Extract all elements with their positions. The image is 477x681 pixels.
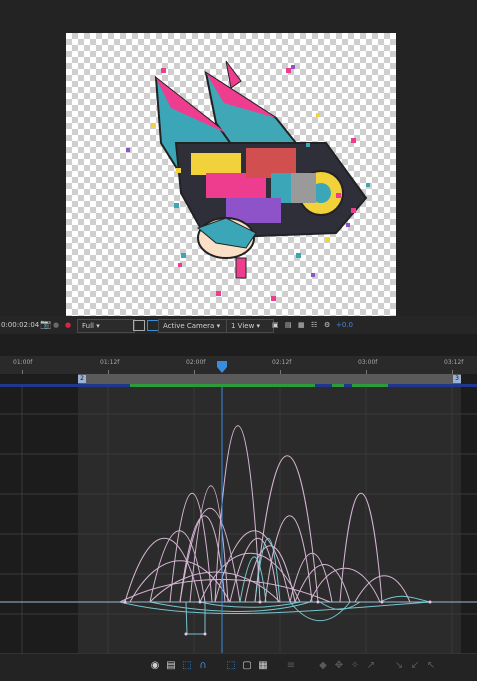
- work-area-start-marker[interactable]: 2: [78, 375, 86, 383]
- playhead-icon[interactable]: [217, 361, 227, 374]
- exposure-value[interactable]: +0.0: [336, 319, 353, 331]
- timeline-icon[interactable]: ▦: [298, 319, 305, 331]
- color-channels-icon[interactable]: ●: [65, 319, 71, 331]
- graph-editor-toolbar: ◉ ▤ ⬚ ∩ ⬚ ▢ ▦ ≡ ◆ ✥ ✧ ↗ ↘ ↙ ↖: [0, 653, 477, 681]
- ruler-label: 03:12f: [444, 359, 464, 366]
- linear-icon[interactable]: ◆: [316, 659, 330, 673]
- resolution-dropdown[interactable]: Full ▾: [77, 319, 135, 333]
- snapshot-icon[interactable]: 📷: [40, 319, 51, 331]
- character-artwork: [126, 60, 370, 301]
- ruler-label: 02:00f: [186, 359, 206, 366]
- composition-panel: [0, 0, 477, 316]
- view-layout-dropdown[interactable]: 1 View ▾: [226, 319, 274, 333]
- exposure-reset-icon[interactable]: ⚙: [324, 319, 330, 331]
- composition-canvas[interactable]: [66, 33, 396, 316]
- work-area-bar[interactable]: 2 3: [0, 374, 477, 384]
- ruler-label: 01:00f: [13, 359, 33, 366]
- timeline-panel-header: [0, 334, 477, 358]
- fit-selection-icon[interactable]: ⬚: [224, 659, 238, 673]
- edit-keyframe-icon[interactable]: ▦: [256, 659, 270, 673]
- snap-icon[interactable]: ∩: [196, 659, 210, 673]
- auto-bezier-icon[interactable]: ✥: [332, 659, 346, 673]
- pixel-aspect-icon[interactable]: ▣: [272, 319, 279, 331]
- ruler-label: 03:00f: [358, 359, 378, 366]
- transform-box-icon[interactable]: ⬚: [180, 659, 194, 673]
- time-ruler[interactable]: 01:00f 01:12f 02:00f 02:12f 03:00f 03:12…: [0, 356, 477, 375]
- viewer-control-bar: 0:00:02:04 📷 ● ● Full ▾ Active Camera ▾ …: [0, 316, 477, 335]
- work-area-range[interactable]: [78, 374, 461, 384]
- flowchart-icon[interactable]: ☷: [311, 319, 317, 331]
- region-of-interest-icon[interactable]: [133, 320, 145, 331]
- graph-editor[interactable]: [0, 387, 477, 653]
- fast-previews-icon[interactable]: ▤: [285, 319, 292, 331]
- ease-tool-icon[interactable]: ↙: [408, 659, 422, 673]
- ruler-label: 01:12f: [100, 359, 120, 366]
- camera-dropdown[interactable]: Active Camera ▾: [158, 319, 230, 333]
- easy-ease-icon[interactable]: ✧: [348, 659, 362, 673]
- resolution-label: Full: [82, 322, 94, 330]
- camera-label: Active Camera: [163, 322, 215, 330]
- ruler-label: 02:12f: [272, 359, 292, 366]
- hold-icon[interactable]: ≡: [284, 659, 298, 673]
- easy-ease-in-icon[interactable]: ↗: [364, 659, 378, 673]
- view-layout-label: 1 View: [231, 322, 255, 330]
- ease-tool-2-icon[interactable]: ↖: [424, 659, 438, 673]
- fit-all-icon[interactable]: ▢: [240, 659, 254, 673]
- show-snapshot-icon[interactable]: ●: [53, 319, 59, 331]
- graph-type-icon[interactable]: ▤: [164, 659, 178, 673]
- current-timecode[interactable]: 0:00:02:04: [1, 319, 39, 331]
- easy-ease-out-icon[interactable]: ↘: [392, 659, 406, 673]
- work-area-end-marker[interactable]: 3: [453, 375, 461, 383]
- value-graph[interactable]: [0, 387, 477, 653]
- eye-icon[interactable]: ◉: [148, 659, 162, 673]
